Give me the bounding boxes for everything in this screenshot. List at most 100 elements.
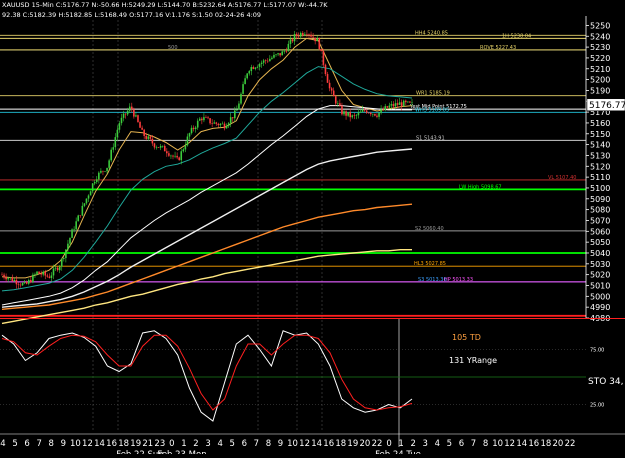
candle-body	[21, 283, 24, 286]
price-tick-label: 4990	[590, 303, 610, 312]
candle-body	[184, 145, 187, 150]
candle-body	[83, 203, 86, 206]
candle-body	[50, 275, 53, 278]
time-tick-label: 2	[193, 439, 198, 449]
ma-line	[1, 148, 413, 308]
candle-body	[67, 243, 69, 250]
candle-body	[273, 54, 275, 58]
candle-body	[168, 153, 170, 156]
price-tick-label: 5050	[590, 238, 610, 247]
time-tick-label: 20	[360, 439, 371, 449]
candle-body	[400, 102, 403, 107]
candle-body	[56, 267, 59, 271]
candle-body	[192, 127, 195, 130]
candle-body	[205, 117, 207, 118]
date-label: Feb 24 Tue	[375, 450, 421, 454]
candle-body	[380, 109, 382, 113]
candle-body	[188, 133, 191, 137]
price-tick-label: 5080	[590, 206, 610, 215]
time-tick-label: 2	[410, 439, 415, 449]
candle-body	[275, 54, 277, 55]
time-tick-label: 16	[323, 439, 334, 449]
candle-body	[54, 267, 57, 269]
candle-body	[172, 155, 174, 157]
candle-body	[407, 101, 409, 103]
price-tick-label: 5160	[590, 119, 610, 128]
candle-body	[108, 160, 110, 168]
time-tick-label: 19	[347, 439, 358, 449]
candle-body	[337, 103, 339, 104]
candle-body	[126, 110, 129, 115]
time-tick-label: 3	[423, 439, 428, 449]
candle-body	[372, 113, 374, 115]
price-tick-label: 5020	[590, 271, 610, 280]
candle-body	[213, 122, 216, 124]
candle-body	[11, 277, 14, 282]
candle-body	[1, 274, 3, 276]
candle-body	[390, 104, 393, 106]
candle-body	[244, 78, 246, 85]
time-tick-label: 8	[266, 439, 271, 449]
candle-body	[112, 147, 115, 150]
time-tick-label: 7	[254, 439, 259, 449]
candle-body	[69, 237, 71, 244]
candle-body	[341, 105, 343, 115]
candle-body	[306, 34, 308, 35]
candle-body	[223, 123, 226, 129]
candle-body	[157, 147, 160, 148]
candle-body	[260, 62, 263, 64]
date-label: Feb 23 Mon	[157, 450, 206, 454]
price-tick-label: 5010	[590, 281, 610, 290]
candle-body	[95, 179, 98, 182]
price-tick-label: 5140	[590, 141, 610, 150]
level-label: WH3 5169.85	[415, 107, 449, 113]
candle-body	[155, 147, 158, 148]
time-tick-label: 0	[386, 439, 391, 449]
candle-body	[392, 104, 395, 107]
candle-body	[120, 117, 123, 124]
candle-body	[149, 136, 152, 139]
price-tick-label: 5240	[590, 32, 610, 41]
candle-body	[308, 34, 310, 35]
candle-body	[339, 103, 341, 106]
candle-body	[291, 39, 294, 42]
current-price-marker: 5176.77	[586, 98, 625, 112]
candle-body	[161, 145, 164, 147]
candle-body	[182, 149, 185, 152]
price-tick-label: 5110	[590, 173, 610, 182]
level-lines: HH4 5240.851H 5238.04500 ROVE 5227.43WR1 …	[0, 30, 586, 317]
time-tick-label: 6	[242, 439, 247, 449]
candle-body	[23, 281, 26, 284]
candle-body	[221, 123, 224, 125]
candle-body	[176, 155, 178, 158]
candles	[1, 30, 413, 289]
candle-body	[100, 170, 102, 173]
candle-body	[122, 113, 125, 118]
time-tick-label: 5	[12, 439, 17, 449]
candle-body	[3, 274, 5, 278]
candle-body	[374, 113, 376, 116]
candle-body	[19, 284, 22, 286]
candle-body	[256, 66, 259, 68]
sto-line	[1, 330, 413, 422]
candle-body	[334, 96, 337, 104]
candle-body	[322, 51, 325, 65]
candle-body	[143, 129, 145, 136]
price-tick-label: 5100	[590, 184, 610, 193]
candle-body	[13, 279, 16, 282]
candle-body	[5, 277, 7, 280]
time-tick-label: 23	[154, 439, 165, 449]
candle-body	[71, 229, 73, 238]
candle-body	[145, 135, 148, 139]
candle-body	[9, 277, 12, 279]
candle-body	[85, 198, 88, 204]
candle-body	[63, 258, 65, 260]
candle-body	[60, 259, 63, 267]
candle-body	[369, 112, 372, 115]
candle-body	[277, 53, 279, 55]
price-tick-label: 5250	[590, 21, 610, 30]
candle-body	[231, 117, 234, 119]
time-tick-label: 12	[504, 439, 515, 449]
chart-root: XAUUSD 15-Min C:5176.77 N:-50.66 H:5249.…	[0, 0, 625, 458]
candle-body	[254, 67, 257, 69]
